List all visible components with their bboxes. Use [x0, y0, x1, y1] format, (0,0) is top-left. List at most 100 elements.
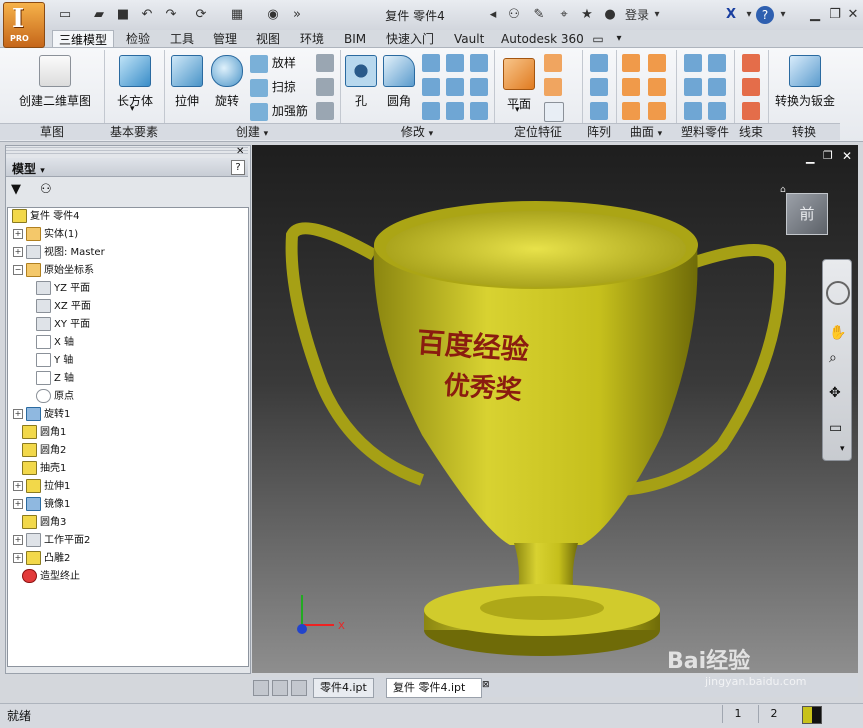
patch-icon[interactable]: [622, 78, 640, 96]
tab-inspect[interactable]: 检验: [120, 30, 156, 48]
undo-icon[interactable]: ↶: [138, 6, 156, 24]
minimize-icon[interactable]: ▁: [806, 6, 824, 24]
select-filter-icon[interactable]: ▦: [228, 6, 246, 24]
help-icon[interactable]: ?: [756, 6, 774, 24]
login-link[interactable]: 登录: [622, 6, 652, 24]
look-at-icon[interactable]: ▭: [829, 420, 842, 436]
application-menu-button[interactable]: I PRO: [3, 2, 45, 48]
browser-title-dropdown[interactable]: 模型 ▾: [12, 160, 45, 177]
rib-button[interactable]: 加强筋: [250, 101, 308, 121]
work-point-icon[interactable]: [544, 78, 562, 96]
new-file-icon[interactable]: ▭: [56, 6, 74, 24]
tree-node-solid-bodies[interactable]: + 实体(1): [13, 227, 78, 243]
mirror-icon[interactable]: [590, 102, 608, 120]
browser-close-icon[interactable]: ✕: [236, 146, 244, 157]
tools-icon[interactable]: ✎: [530, 6, 548, 24]
expand-plus-icon[interactable]: +: [13, 499, 23, 509]
thicken-icon[interactable]: [446, 102, 464, 120]
document-tab-copy-part4[interactable]: 复件 零件4.ipt: [386, 678, 483, 698]
tree-node-fillet3[interactable]: 圆角3: [22, 515, 66, 531]
tree-node-fillet2[interactable]: 圆角2: [22, 443, 66, 459]
tab-autodesk-360[interactable]: Autodesk 360: [495, 30, 590, 48]
more-overflow-icon[interactable]: »: [288, 6, 306, 24]
tab-vault[interactable]: Vault: [448, 30, 490, 48]
viewport-restore-icon[interactable]: ❐: [823, 149, 833, 162]
tab-overflow-dropdown-icon[interactable]: ▾: [612, 30, 626, 48]
box-dropdown-icon[interactable]: ▾: [130, 104, 135, 114]
help-dropdown-icon[interactable]: ▾: [778, 6, 788, 24]
rest-icon[interactable]: [684, 78, 702, 96]
derive-icon[interactable]: [316, 102, 334, 120]
delete-face-icon[interactable]: [470, 102, 488, 120]
scroll-left-icon[interactable]: ◂: [488, 6, 498, 24]
document-tab-part4[interactable]: 零件4.ipt: [313, 678, 374, 698]
tree-node-xy-plane[interactable]: XY 平面: [36, 317, 90, 333]
group-footer-create[interactable]: 创建 ▾: [164, 123, 340, 140]
update-icon[interactable]: ⟳: [192, 6, 210, 24]
revolve-button[interactable]: 旋转: [208, 55, 246, 109]
tree-node-view-master[interactable]: + 视图: Master: [13, 245, 105, 261]
tile-windows-icon[interactable]: [272, 680, 288, 696]
rectangular-pattern-icon[interactable]: [590, 54, 608, 72]
harness-pin-icon[interactable]: [742, 102, 760, 120]
favorites-star-icon[interactable]: ★: [578, 6, 596, 24]
nav-bar-menu-icon[interactable]: ▾: [840, 444, 845, 454]
group-footer-surface[interactable]: 曲面 ▾: [616, 123, 676, 140]
tab-tools[interactable]: 工具: [164, 30, 200, 48]
user-icon[interactable]: ●: [603, 6, 617, 24]
circular-pattern-icon[interactable]: [590, 78, 608, 96]
trim-icon[interactable]: [648, 78, 666, 96]
extend-icon[interactable]: [622, 102, 640, 120]
exchange-dropdown-icon[interactable]: ▾: [744, 6, 754, 24]
tree-node-y-axis[interactable]: Y 轴: [36, 353, 73, 369]
work-plane-button[interactable]: 平面: [500, 58, 538, 112]
viewport-minimize-icon[interactable]: ▁: [806, 151, 814, 164]
save-icon[interactable]: ■: [114, 6, 132, 24]
tree-node-origin[interactable]: − 原始坐标系: [13, 263, 94, 279]
document-list-icon[interactable]: [291, 680, 307, 696]
emboss-icon[interactable]: [316, 78, 334, 96]
grill-icon[interactable]: [684, 54, 702, 72]
combine-icon[interactable]: [422, 102, 440, 120]
filter-funnel-icon[interactable]: ▼: [11, 182, 21, 197]
chamfer-icon[interactable]: [422, 54, 440, 72]
create-2d-sketch-button[interactable]: 创建二维草图: [10, 55, 100, 109]
group-footer-modify[interactable]: 修改 ▾: [340, 123, 494, 140]
coil-icon[interactable]: [316, 54, 334, 72]
tree-node-end-of-part[interactable]: 造型终止: [22, 569, 80, 585]
close-document-tab-icon[interactable]: ⊠: [482, 680, 490, 690]
tree-node-origin-point[interactable]: 原点: [36, 389, 74, 405]
shell-icon[interactable]: [446, 54, 464, 72]
fillet-button[interactable]: 圆角: [380, 55, 418, 109]
replace-face-icon[interactable]: [648, 102, 666, 120]
lip-icon[interactable]: [708, 102, 726, 120]
expand-plus-icon[interactable]: +: [13, 553, 23, 563]
convert-to-sheet-metal-button[interactable]: 转换为钣金: [770, 55, 840, 109]
tree-node-z-axis[interactable]: Z 轴: [36, 371, 74, 387]
hole-button[interactable]: 孔: [344, 55, 378, 109]
sculpt-icon[interactable]: [648, 54, 666, 72]
move-face-icon[interactable]: [470, 54, 488, 72]
tree-node-mirror1[interactable]: + 镜像1: [13, 497, 70, 513]
open-folder-icon[interactable]: ▰: [90, 6, 108, 24]
redo-icon[interactable]: ↷: [162, 6, 180, 24]
tree-node-fillet1[interactable]: 圆角1: [22, 425, 66, 441]
tree-node-root[interactable]: 复件 零件4: [12, 209, 80, 225]
expand-plus-icon[interactable]: +: [13, 229, 23, 239]
satellite-icon[interactable]: ⌖: [555, 6, 573, 24]
zoom-icon[interactable]: ⌕: [829, 350, 837, 366]
loft-button[interactable]: 放样: [250, 53, 296, 73]
cascade-windows-icon[interactable]: [253, 680, 269, 696]
orbit-icon[interactable]: ✥: [829, 385, 841, 401]
expand-plus-icon[interactable]: +: [13, 409, 23, 419]
login-dropdown-icon[interactable]: ▾: [652, 6, 662, 24]
viewport-close-icon[interactable]: ✕: [842, 149, 852, 163]
tree-node-revolve1[interactable]: + 旋转1: [13, 407, 70, 423]
work-plane-dropdown-icon[interactable]: ▾: [515, 105, 520, 115]
restore-icon[interactable]: ❐: [826, 6, 844, 24]
tab-environments[interactable]: 环境: [294, 30, 330, 48]
stitch-icon[interactable]: [622, 54, 640, 72]
browser-help-icon[interactable]: ?: [231, 160, 245, 175]
pan-hand-icon[interactable]: ✋: [829, 325, 846, 341]
browser-grip[interactable]: [6, 147, 248, 155]
